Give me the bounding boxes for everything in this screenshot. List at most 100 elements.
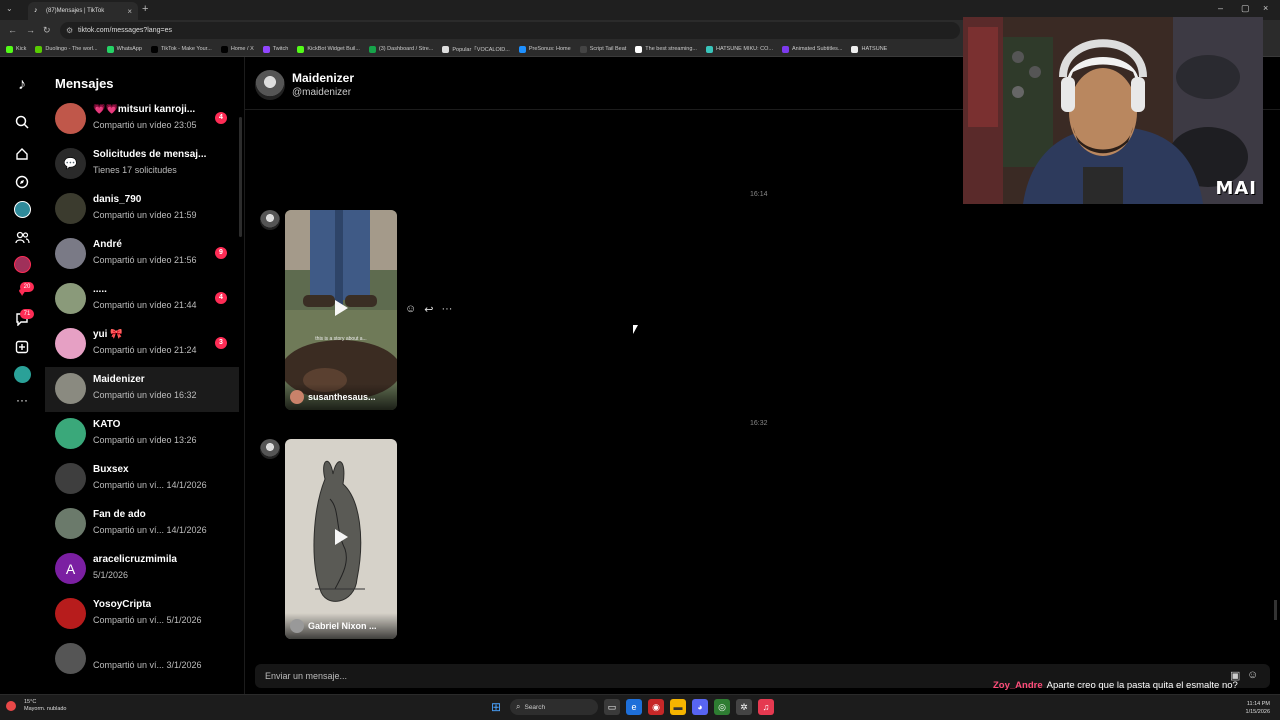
play-icon[interactable]	[335, 529, 348, 545]
reply-icon[interactable]: ↩	[424, 303, 433, 316]
emoji-icon[interactable]: ☺	[1247, 669, 1258, 681]
chat-contact-handle[interactable]: @maidenizer	[292, 87, 351, 98]
bookmark-label: HATSUNE	[861, 46, 888, 52]
conversation-avatar	[55, 373, 86, 404]
system-clock[interactable]: 11:14 PM 1/15/2026	[1246, 700, 1270, 716]
conversation-avatar	[55, 283, 86, 314]
edge-icon[interactable]: e	[626, 699, 642, 715]
sender-avatar[interactable]	[260, 439, 280, 459]
taskbar-search[interactable]: ⌕ Search	[510, 699, 598, 715]
streamer-logo: MAI	[1215, 178, 1257, 199]
conversation-item[interactable]: Aaracelicruzmimila 5/1/2026	[45, 547, 239, 592]
window-close-icon[interactable]: ×	[1263, 3, 1268, 13]
bookmark-item[interactable]: (3) Dashboard / Stre...	[368, 45, 434, 53]
bookmark-item[interactable]: The best streaming...	[635, 45, 697, 53]
conversation-item[interactable]: danis_790 Compartió un vídeo 21:59	[45, 187, 239, 232]
file-explorer-icon[interactable]: ▬	[670, 699, 686, 715]
music-app-icon[interactable]: ♫	[758, 699, 774, 715]
conversation-avatar	[55, 418, 86, 449]
more-icon[interactable]: ···	[12, 390, 32, 410]
bookmark-label: (3) Dashboard / Stre...	[378, 46, 434, 52]
conversation-item[interactable]: Fan de ado Compartió un ví... 14/1/2026	[45, 502, 239, 547]
conversation-name: YosoyCripta	[93, 599, 152, 610]
following-avatar-icon[interactable]	[12, 254, 32, 274]
conversation-item[interactable]: André Compartió un vídeo 21:56 9	[45, 232, 239, 277]
bookmark-label: TikTok - Make Your...	[160, 46, 212, 52]
conversation-scrollbar[interactable]	[239, 117, 242, 237]
weather-widget[interactable]: 15°C Mayorm. nublado	[6, 699, 67, 713]
bookmark-item[interactable]: HATSUNE	[851, 45, 888, 53]
upload-icon[interactable]	[12, 337, 32, 357]
tab-search-icon[interactable]: ⌄	[6, 4, 13, 13]
shared-video-card[interactable]: Gabriel Nixon ...	[285, 439, 397, 639]
messages-title: Mensajes	[55, 76, 114, 91]
bookmark-favicon-icon	[851, 45, 859, 53]
shared-video-card[interactable]: this is a story about a... susanthesaus.…	[285, 210, 397, 410]
bookmark-item[interactable]: Home / X	[220, 45, 254, 53]
bookmark-favicon-icon	[262, 45, 270, 53]
conversation-item[interactable]: Maidenizer Compartió un vídeo 16:32	[45, 367, 239, 412]
forward-icon[interactable]: →	[26, 25, 35, 35]
url-bar[interactable]: ⚙ tiktok.com/messages?lang=es	[60, 22, 960, 39]
video-author[interactable]: susanthesaus...	[285, 384, 397, 410]
bookmark-label: The best streaming...	[645, 46, 697, 52]
start-icon[interactable]: ⊞	[488, 699, 504, 715]
conversation-item[interactable]: yui 🎀 Compartió un vídeo 21:24 3	[45, 322, 239, 367]
site-info-icon[interactable]: ⚙	[66, 22, 73, 39]
bookmark-item[interactable]: PreSonus: Home	[518, 45, 571, 53]
tiktok-logo-icon[interactable]: ♪	[12, 75, 32, 95]
conversation-item[interactable]: YosoyCripta Compartió un ví... 5/1/2026	[45, 592, 239, 637]
conversation-item[interactable]: 💬 Solicitudes de mensaj... Tienes 17 solic…	[45, 142, 239, 187]
bookmark-item[interactable]: TikTok - Make Your...	[150, 45, 212, 53]
tab-close-icon[interactable]: ×	[127, 7, 132, 16]
profile-avatar-icon[interactable]	[12, 364, 32, 384]
explore-icon[interactable]	[12, 172, 32, 192]
conversation-item[interactable]: ..... Compartió un vídeo 21:44 4	[45, 277, 239, 322]
new-tab-icon[interactable]: +	[142, 3, 148, 15]
discord-icon[interactable]: ◕	[692, 699, 708, 715]
bookmark-item[interactable]: Twitch	[262, 45, 288, 53]
conversation-item[interactable]: Buxsex Compartió un ví... 14/1/2026	[45, 457, 239, 502]
friends-icon[interactable]	[12, 227, 32, 247]
search-icon[interactable]	[12, 112, 32, 132]
bookmark-item[interactable]: HATSUNE MIKU: CO...	[705, 45, 773, 53]
conversation-preview: Compartió un ví... 14/1/2026	[93, 480, 207, 490]
conversation-item[interactable]: Compartió un ví... 3/1/2026	[45, 637, 239, 682]
back-icon[interactable]: ←	[8, 25, 17, 35]
conversation-item[interactable]: KATO Compartió un vídeo 13:26	[45, 412, 239, 457]
task-view-icon[interactable]: ▭	[604, 699, 620, 715]
chat-contact-name[interactable]: Maidenizer	[292, 71, 354, 85]
reload-icon[interactable]: ↻	[43, 25, 51, 36]
bookmark-item[interactable]: KickBot Widget Buil...	[297, 45, 360, 53]
home-icon[interactable]	[12, 144, 32, 164]
conversation-preview: Compartió un ví... 5/1/2026	[93, 615, 202, 625]
video-author[interactable]: Gabriel Nixon ...	[285, 613, 397, 639]
bookmark-item[interactable]: Kick	[6, 45, 26, 53]
chat-scrollbar[interactable]	[1274, 600, 1277, 620]
bookmark-item[interactable]: WhatsApp	[106, 45, 142, 53]
minimize-icon[interactable]: –	[1218, 3, 1223, 13]
sender-avatar[interactable]	[260, 210, 280, 230]
settings-icon[interactable]: ✲	[736, 699, 752, 715]
app-icon[interactable]: ◉	[648, 699, 664, 715]
bookmark-item[interactable]: Animated Subtitles...	[782, 45, 842, 53]
author-avatar	[290, 390, 304, 404]
bookmark-favicon-icon	[220, 45, 228, 53]
react-emoji-icon[interactable]: ☺	[405, 303, 416, 316]
bookmark-item[interactable]: Duolingo - The worl...	[35, 45, 98, 53]
maximize-icon[interactable]: ▢	[1241, 3, 1250, 14]
more-options-icon[interactable]: ···	[441, 303, 452, 316]
chat-avatar[interactable]	[255, 70, 285, 100]
bookmark-label: Home / X	[230, 46, 254, 52]
conversation-item[interactable]: 💗💗mitsuri kanroji... Compartió un vídeo 2…	[45, 97, 239, 142]
message-input[interactable]	[265, 664, 965, 688]
url-text: tiktok.com/messages?lang=es	[78, 27, 172, 34]
chrome-icon[interactable]: ◎	[714, 699, 730, 715]
browser-tab[interactable]: ♪ (87)Mensajes | TikTok ×	[28, 2, 138, 20]
play-icon[interactable]	[335, 300, 348, 316]
bookmark-item[interactable]: Script Tail Beat	[579, 45, 626, 53]
live-avatar-icon[interactable]	[12, 199, 32, 219]
activity-badge: 20	[20, 282, 34, 292]
bookmark-item[interactable]: Popular「VOCALOID...	[442, 45, 510, 53]
bookmark-favicon-icon	[705, 45, 713, 53]
